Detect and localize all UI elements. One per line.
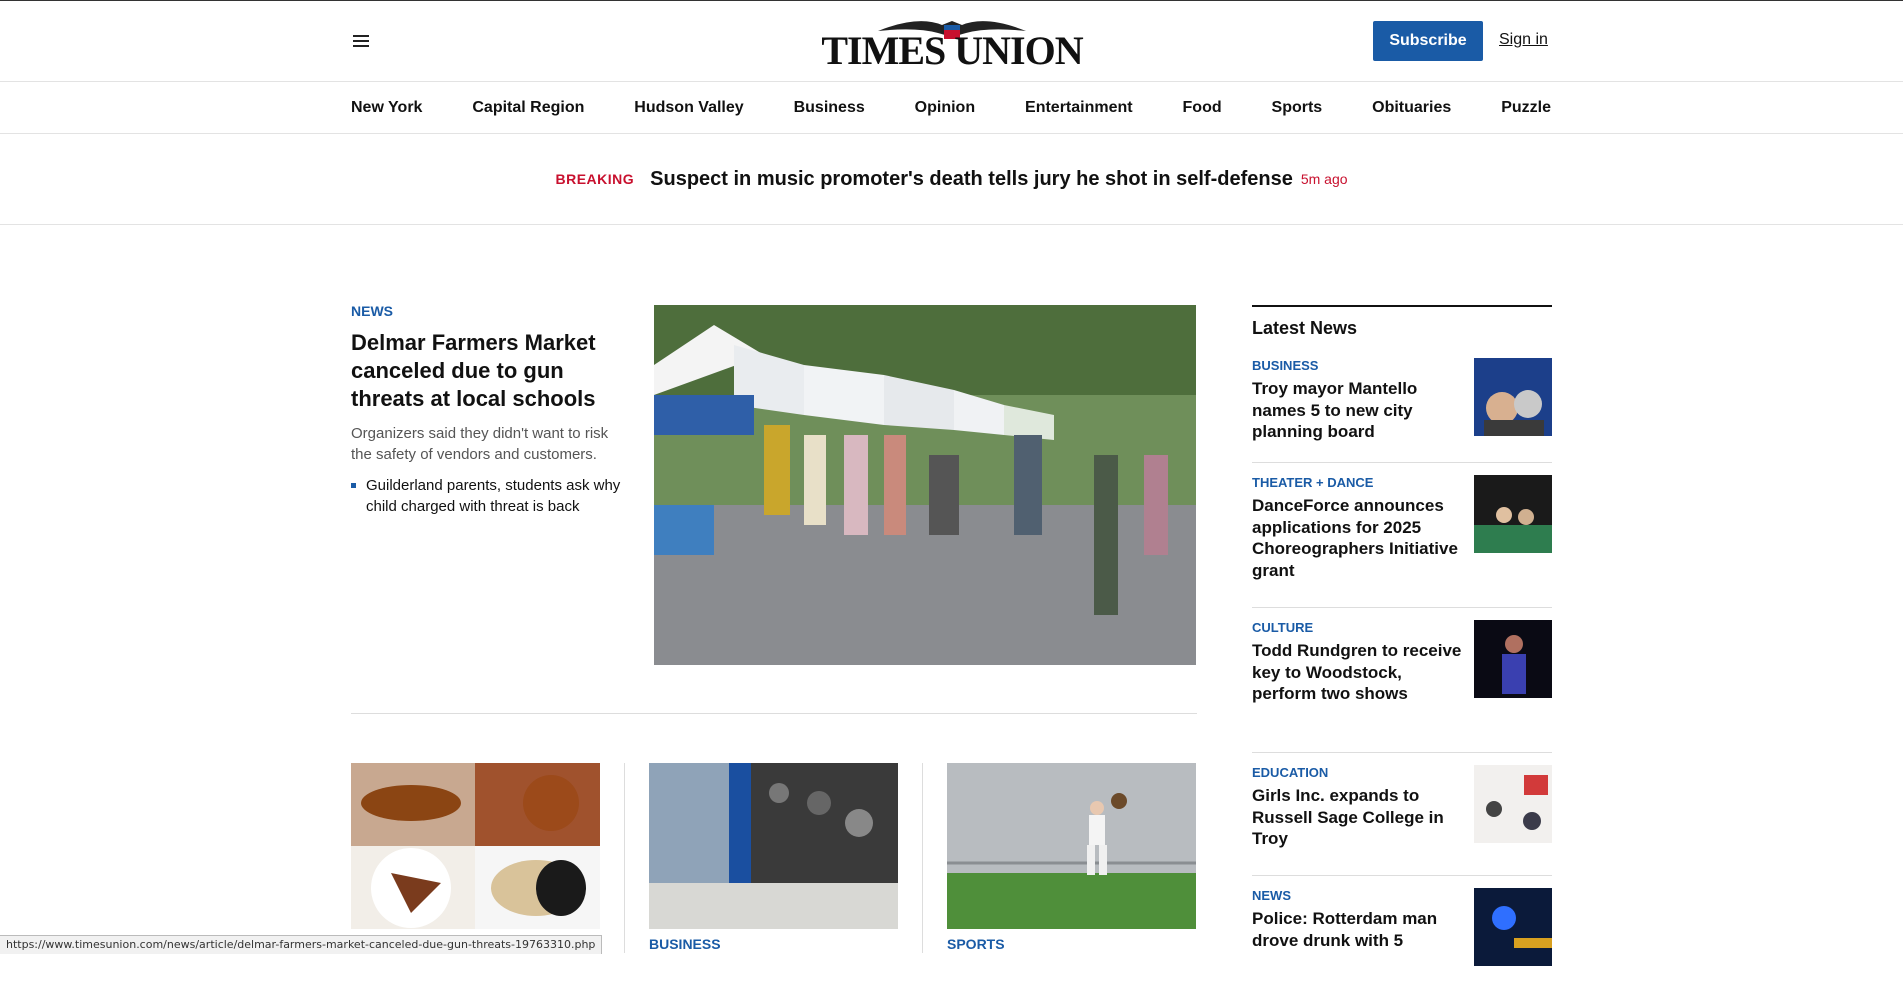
breaking-label: BREAKING xyxy=(555,171,635,187)
logo-wordmark: TIMES UNION xyxy=(821,28,1083,73)
nav-item-opinion[interactable]: Opinion xyxy=(915,99,975,117)
card-separator xyxy=(922,763,923,953)
nav-item-hudson-valley[interactable]: Hudson Valley xyxy=(634,99,743,117)
card-image-food[interactable] xyxy=(351,763,600,929)
item-headline[interactable]: Todd Rundgren to receive key to Woodstoc… xyxy=(1252,640,1462,705)
card-kicker-business[interactable]: BUSINESS xyxy=(649,936,721,952)
breaking-headline[interactable]: Suspect in music promoter's death tells … xyxy=(650,168,1293,191)
bullet-icon xyxy=(351,483,356,488)
lead-story-image[interactable] xyxy=(654,305,1196,665)
list-item: EDUCATION Girls Inc. expands to Russell … xyxy=(1252,753,1552,876)
item-thumbnail[interactable] xyxy=(1474,475,1552,553)
lead-story-dek: Organizers said they didn't want to risk… xyxy=(351,425,609,463)
list-item: CULTURE Todd Rundgren to receive key to … xyxy=(1252,608,1552,753)
site-logo[interactable]: TIMES UNION xyxy=(808,15,1096,73)
item-thumbnail[interactable] xyxy=(1474,765,1552,843)
item-thumbnail[interactable] xyxy=(1474,620,1552,698)
nav-item-obituaries[interactable]: Obituaries xyxy=(1372,99,1451,117)
section-nav: New York Capital Region Hudson Valley Bu… xyxy=(0,82,1903,134)
related-story: Guilderland parents, students ask why ch… xyxy=(351,475,621,517)
card-kicker-sports[interactable]: SPORTS xyxy=(947,936,1005,952)
card-image-business[interactable] xyxy=(649,763,898,929)
nav-item-capital-region[interactable]: Capital Region xyxy=(472,99,584,117)
section-divider xyxy=(351,713,1197,714)
item-headline[interactable]: Troy mayor Mantello names 5 to new city … xyxy=(1252,378,1462,443)
lead-story-headline[interactable]: Delmar Farmers Market canceled due to gu… xyxy=(351,329,621,413)
status-bar-url: https://www.timesunion.com/news/article/… xyxy=(0,935,603,954)
item-headline[interactable]: DanceForce announces applications for 20… xyxy=(1252,495,1462,581)
lead-story: NEWS Delmar Farmers Market canceled due … xyxy=(351,303,621,517)
related-story-link[interactable]: Guilderland parents, students ask why ch… xyxy=(366,475,621,517)
menu-icon[interactable] xyxy=(353,35,369,47)
subscribe-button[interactable]: Subscribe xyxy=(1373,21,1483,61)
item-headline[interactable]: Police: Rotterdam man drove drunk with 5 xyxy=(1252,908,1462,951)
item-headline[interactable]: Girls Inc. expands to Russell Sage Colle… xyxy=(1252,785,1462,850)
list-item: BUSINESS Troy mayor Mantello names 5 to … xyxy=(1252,346,1552,463)
nav-item-puzzle[interactable]: Puzzle xyxy=(1501,99,1551,117)
site-header: TIMES UNION Subscribe Sign in xyxy=(0,1,1903,82)
sidebar-title: Latest News xyxy=(1252,318,1358,338)
card-separator xyxy=(624,763,625,953)
nav-item-food[interactable]: Food xyxy=(1183,99,1222,117)
list-item: THEATER + DANCE DanceForce announces app… xyxy=(1252,463,1552,608)
nav-item-sports[interactable]: Sports xyxy=(1272,99,1323,117)
breaking-news-bar: BREAKING Suspect in music promoter's dea… xyxy=(0,134,1903,225)
item-thumbnail[interactable] xyxy=(1474,888,1552,966)
nav-item-entertainment[interactable]: Entertainment xyxy=(1025,99,1133,117)
list-item: NEWS Police: Rotterdam man drove drunk w… xyxy=(1252,876,1552,982)
nav-item-business[interactable]: Business xyxy=(794,99,865,117)
lead-story-kicker[interactable]: NEWS xyxy=(351,303,621,319)
sign-in-link[interactable]: Sign in xyxy=(1499,31,1548,49)
latest-news-sidebar: Latest News BUSINESS Troy mayor Mantello… xyxy=(1252,305,1552,982)
card-image-sports[interactable] xyxy=(947,763,1196,929)
item-thumbnail[interactable] xyxy=(1474,358,1552,436)
nav-item-new-york[interactable]: New York xyxy=(351,99,422,117)
breaking-timestamp: 5m ago xyxy=(1300,171,1348,187)
